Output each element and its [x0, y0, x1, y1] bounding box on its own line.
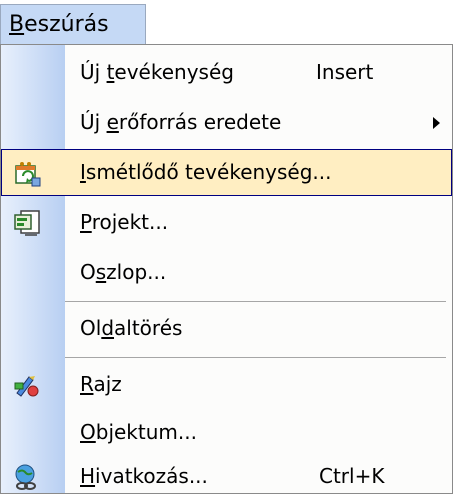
recurring-task-icon — [14, 160, 42, 188]
menu-item-label: Rajz — [80, 372, 122, 396]
menu-item-shortcut: Insert — [316, 60, 374, 84]
menu-item-label: Hivatkozás... — [80, 464, 208, 488]
menu-item-recurring-task[interactable]: Ismétlődő tevékenység... — [1, 149, 452, 196]
hyperlink-icon — [13, 463, 41, 491]
menu-item-label: Új tevékenység — [80, 60, 234, 84]
menu-title-beszuras[interactable]: Beszúrás — [0, 4, 146, 45]
menu-item-label: Objektum... — [80, 420, 197, 444]
menu-title-mnemonic: B — [9, 12, 25, 37]
menu-item-object[interactable]: Objektum... — [1, 409, 452, 456]
menu-item-label: Új erőforrás eredete — [80, 110, 282, 134]
menu-item-column[interactable]: Oszlop... — [1, 249, 452, 296]
submenu-arrow-icon — [433, 117, 440, 129]
menu-title-rest: eszúrás — [24, 12, 109, 37]
menu-item-new-resource-from[interactable]: Új erőforrás eredete — [1, 99, 452, 146]
insert-project-icon — [13, 209, 41, 237]
menu-item-drawing[interactable]: Rajz — [1, 361, 452, 408]
drawing-icon — [13, 371, 41, 399]
menu-item-label: Oszlop... — [80, 260, 167, 284]
menu-separator — [65, 301, 446, 302]
menu-item-hyperlink[interactable]: Hivatkozás... Ctrl+K — [1, 453, 452, 493]
menu-item-project[interactable]: Projekt... — [1, 199, 452, 246]
menu-separator — [65, 357, 446, 358]
screen: Beszúrás Új tevékenység Insert Új erőfor… — [0, 0, 455, 494]
menu-item-label: Oldaltörés — [80, 316, 183, 340]
menu-item-label: Projekt... — [80, 210, 169, 234]
menu-item-new-task[interactable]: Új tevékenység Insert — [1, 49, 452, 96]
menu-item-shortcut: Ctrl+K — [319, 464, 385, 488]
menu-item-label: Ismétlődő tevékenység... — [80, 160, 332, 184]
menu-item-page-break[interactable]: Oldaltörés — [1, 305, 452, 352]
insert-dropdown-menu: Új tevékenység Insert Új erőforrás erede… — [0, 44, 453, 494]
